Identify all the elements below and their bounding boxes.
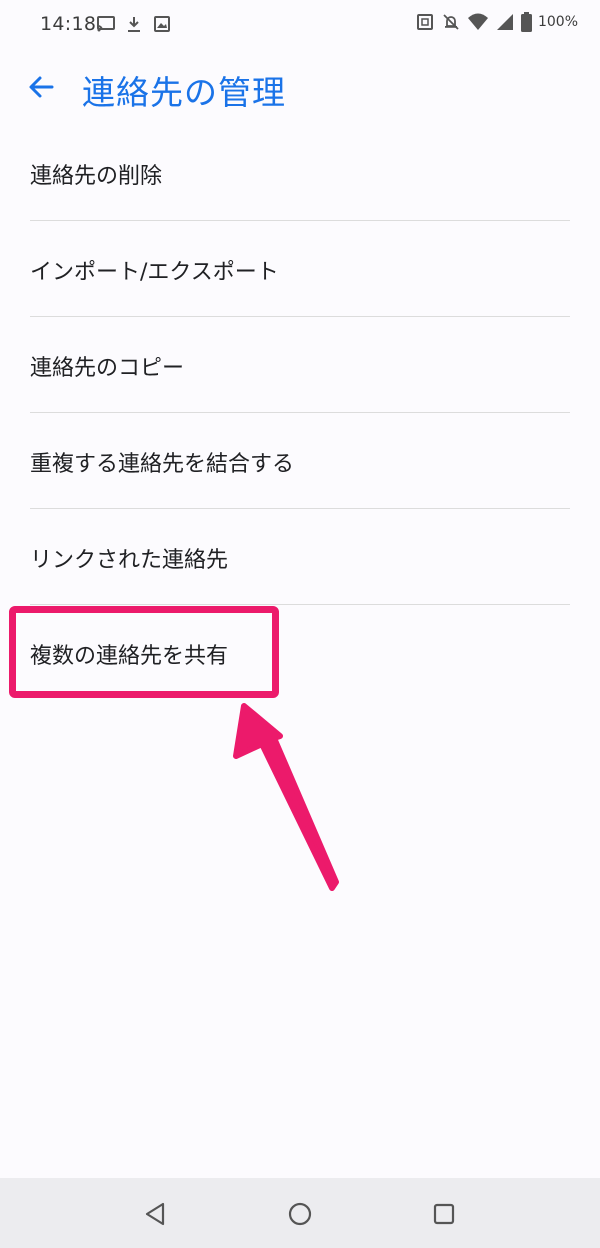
home-circle-icon[interactable] <box>285 1199 315 1229</box>
back-triangle-icon[interactable] <box>141 1199 171 1229</box>
annotation-arrow-icon <box>233 703 339 891</box>
recents-square-icon[interactable] <box>429 1199 459 1229</box>
nav-bar <box>0 1178 600 1248</box>
